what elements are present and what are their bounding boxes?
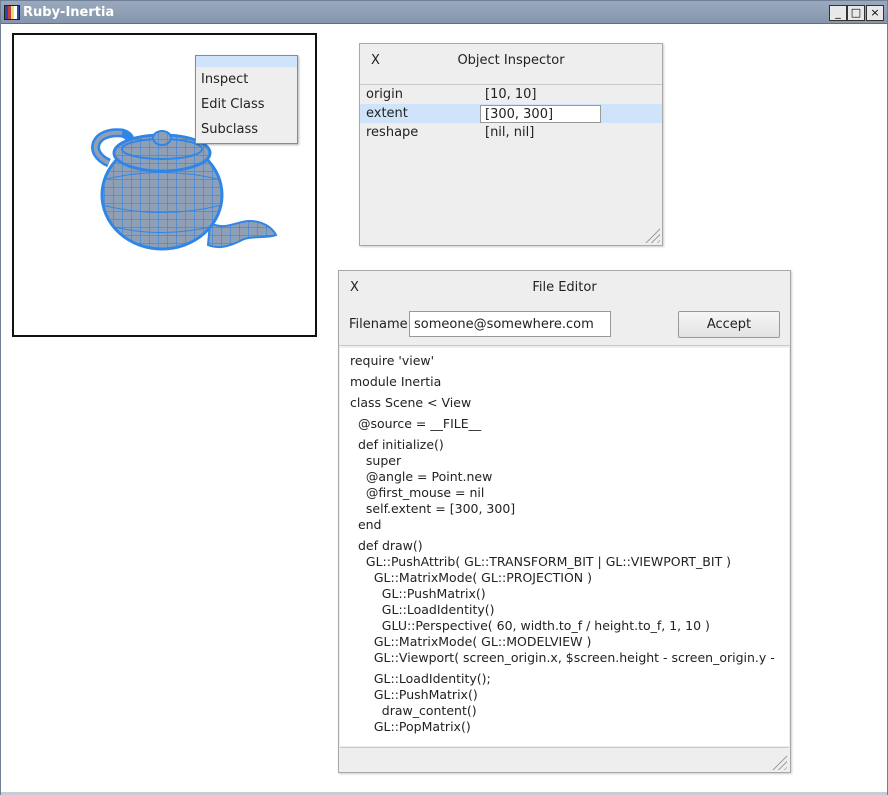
code-line: module Inertia — [350, 374, 442, 389]
code-line: require 'view' — [350, 353, 435, 368]
app-window: Ruby-Inertia _ □ × Inspect Edit Class Su… — [0, 0, 888, 795]
property-value: [nil, nil] — [485, 125, 535, 140]
property-name: extent — [366, 106, 408, 121]
property-row-reshape[interactable]: reshape [nil, nil] — [360, 123, 662, 142]
resize-grip[interactable] — [642, 225, 660, 243]
menu-item-inspect[interactable]: Inspect — [196, 67, 297, 92]
code-line: def initialize() — [350, 437, 444, 452]
code-line: draw_content() — [350, 703, 477, 718]
maximize-button[interactable]: □ — [847, 5, 865, 21]
code-line: GLU::Perspective( 60, width.to_f / heigh… — [350, 618, 710, 633]
filename-label: Filename — [349, 317, 408, 332]
code-line: GL::MatrixMode( GL::MODELVIEW ) — [350, 634, 592, 649]
property-value: [10, 10] — [485, 87, 537, 102]
code-line: GL::PushMatrix() — [350, 687, 478, 702]
menu-item-subclass[interactable]: Subclass — [196, 117, 297, 142]
code-line: GL::PopMatrix() — [350, 719, 471, 734]
minimize-button[interactable]: _ — [829, 5, 847, 21]
code-line: GL::MatrixMode( GL::PROJECTION ) — [350, 570, 592, 585]
code-line: end — [350, 517, 382, 532]
editor-title: File Editor — [532, 280, 597, 295]
code-line: GL::PushAttrib( GL::TRANSFORM_BIT | GL::… — [350, 554, 732, 569]
code-editor[interactable]: require 'view' module Inertia class Scene … — [340, 348, 789, 746]
context-menu: Inspect Edit Class Subclass — [195, 55, 298, 144]
property-name: reshape — [366, 125, 419, 140]
window-title: Ruby-Inertia — [23, 5, 115, 20]
code-line: super — [350, 453, 402, 468]
inspector-header[interactable]: X Object Inspector — [360, 44, 662, 85]
inspector-title: Object Inspector — [457, 53, 565, 68]
app-icon — [4, 5, 20, 20]
property-row-origin[interactable]: origin [10, 10] — [360, 85, 662, 104]
editor-status-bar — [340, 747, 789, 772]
code-line: self.extent = [300, 300] — [350, 501, 516, 516]
code-line: @source = __FILE__ — [350, 416, 482, 431]
context-menu-highlight — [196, 56, 297, 67]
object-inspector-panel: X Object Inspector origin [10, 10] exten… — [359, 43, 663, 246]
property-value-input[interactable] — [480, 105, 601, 123]
code-line: GL::Viewport( screen_origin.x, $screen.h… — [350, 650, 775, 665]
editor-header[interactable]: X File Editor — [339, 271, 790, 303]
filename-row: Filename Accept — [339, 303, 790, 346]
resize-grip[interactable] — [769, 752, 787, 770]
property-row-extent[interactable]: extent — [360, 104, 662, 123]
code-line: GL::PushMatrix() — [350, 586, 486, 601]
menu-item-edit-class[interactable]: Edit Class — [196, 92, 297, 117]
code-line: @first_mouse = nil — [350, 485, 485, 500]
file-editor-panel: X File Editor Filename Accept require 'v… — [338, 270, 791, 773]
code-line: GL::LoadIdentity(); — [350, 671, 491, 686]
filename-input[interactable] — [409, 311, 611, 337]
accept-button[interactable]: Accept — [678, 311, 780, 338]
close-window-button[interactable]: × — [866, 5, 884, 21]
code-line: class Scene < View — [350, 395, 472, 410]
code-line: GL::LoadIdentity() — [350, 602, 495, 617]
code-line: def draw() — [350, 538, 423, 553]
code-line: @angle = Point.new — [350, 469, 493, 484]
property-name: origin — [366, 87, 404, 102]
title-bar[interactable]: Ruby-Inertia _ □ × — [1, 1, 887, 24]
